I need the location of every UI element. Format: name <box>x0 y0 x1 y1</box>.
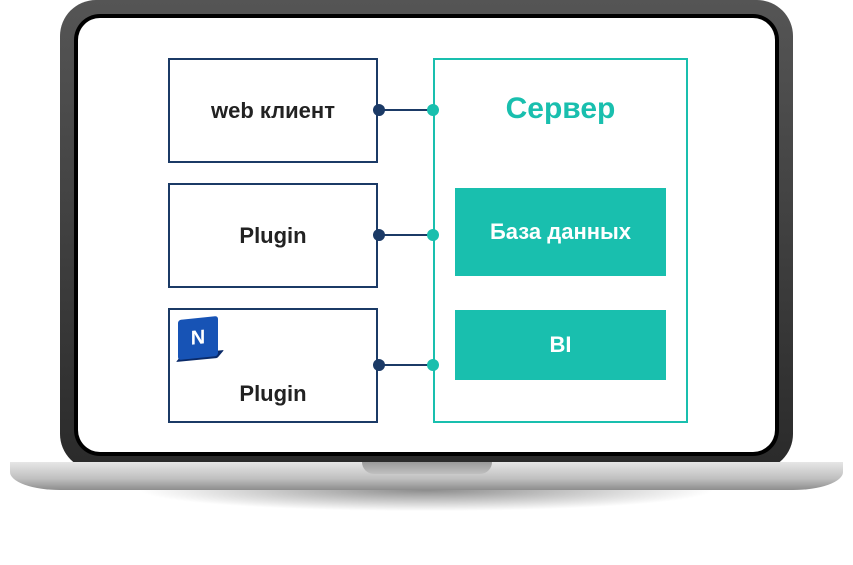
connector-dot-client <box>373 104 385 116</box>
hinge-notch <box>362 462 492 474</box>
laptop-bezel: web клиент Plugin N Plugin <box>60 0 793 470</box>
clients-column: web клиент Plugin N Plugin <box>168 58 378 423</box>
bezel-inner: web клиент Plugin N Plugin <box>74 14 779 456</box>
box-label: Plugin <box>239 223 306 249</box>
laptop-mockup: web клиент Plugin N Plugin <box>60 0 793 530</box>
box-plugin-1: Plugin <box>168 183 378 288</box>
navisworks-icon: N <box>178 318 218 358</box>
server-column: Сервер База данных BI <box>433 58 688 423</box>
pill-label: База данных <box>490 219 631 244</box>
server-title: Сервер <box>435 92 686 126</box>
connector-dot-server <box>427 359 439 371</box>
server-database: База данных <box>455 188 666 276</box>
box-label: Plugin <box>170 381 376 407</box>
architecture-diagram: web клиент Plugin N Plugin <box>168 58 688 423</box>
pill-label: BI <box>550 332 572 357</box>
connector-dot-client <box>373 359 385 371</box>
drop-shadow <box>0 490 853 545</box>
icon-letter: N <box>191 326 205 351</box>
server-bi: BI <box>455 310 666 380</box>
box-label: web клиент <box>211 98 335 124</box>
connector-1 <box>378 109 433 111</box>
box-plugin-2: N Plugin <box>168 308 378 423</box>
connector-dot-server <box>427 104 439 116</box>
laptop-screen: web клиент Plugin N Plugin <box>78 18 775 452</box>
connector-dot-client <box>373 229 385 241</box>
connector-dot-server <box>427 229 439 241</box>
connector-3 <box>378 364 433 366</box>
box-web-client: web клиент <box>168 58 378 163</box>
connector-2 <box>378 234 433 236</box>
